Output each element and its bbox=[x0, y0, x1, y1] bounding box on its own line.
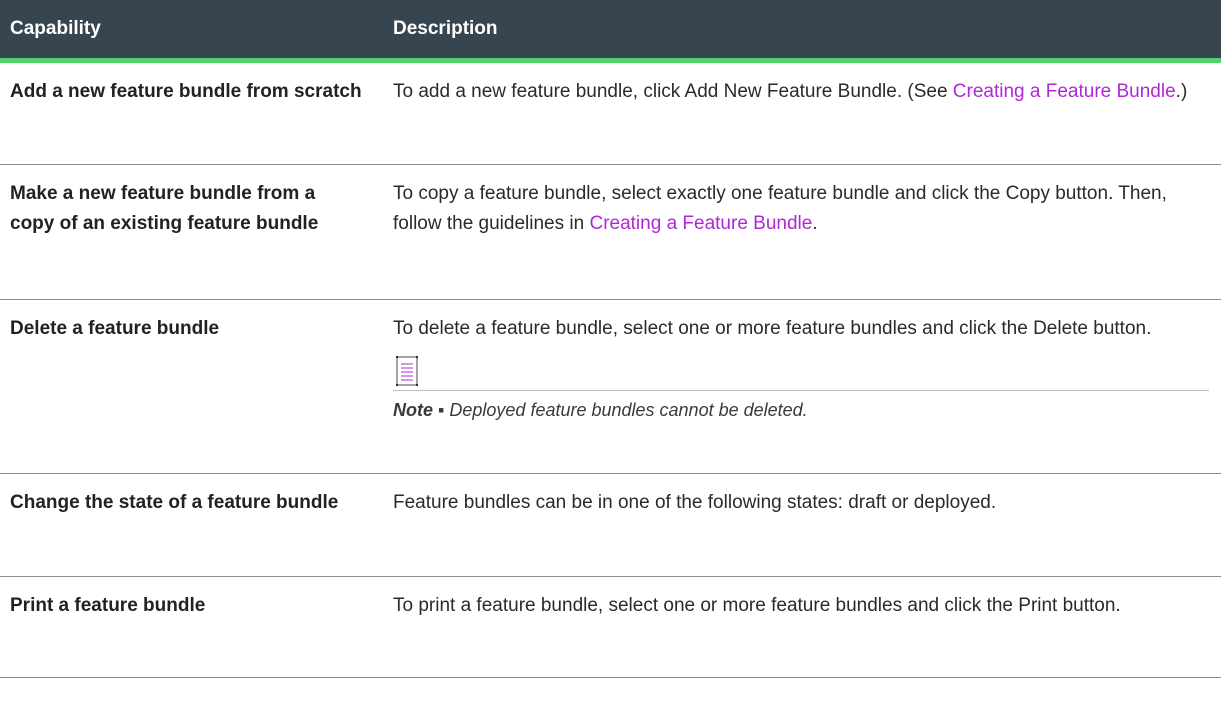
note-body: Deployed feature bundles cannot be delet… bbox=[449, 400, 808, 420]
table-row: Change the state of a feature bundle Fea… bbox=[0, 473, 1221, 577]
capability-cell: Change the state of a feature bundle bbox=[0, 473, 377, 577]
capability-cell: Delete a feature bundle bbox=[0, 299, 377, 474]
description-cell: To copy a feature bundle, select exactly… bbox=[377, 164, 1221, 300]
description-text-end: . bbox=[812, 213, 818, 234]
header-description: Description bbox=[377, 0, 1221, 63]
note-icon bbox=[396, 356, 418, 386]
table-header-row: Capability Description bbox=[0, 0, 1221, 63]
creating-feature-bundle-link[interactable]: Creating a Feature Bundle bbox=[953, 81, 1176, 102]
note-block: Note ▪ Deployed feature bundles cannot b… bbox=[393, 356, 1209, 423]
capability-cell: Print a feature bundle bbox=[0, 576, 377, 678]
capability-cell: Add a new feature bundle from scratch bbox=[0, 60, 377, 165]
header-capability: Capability bbox=[0, 0, 377, 63]
description-cell: To print a feature bundle, select one or… bbox=[377, 576, 1221, 678]
description-text: To add a new feature bundle, click Add N… bbox=[393, 81, 953, 102]
description-text: To delete a feature bundle, select one o… bbox=[393, 318, 1152, 339]
creating-feature-bundle-link[interactable]: Creating a Feature Bundle bbox=[589, 213, 812, 234]
note-divider bbox=[393, 390, 1209, 391]
description-cell: To add a new feature bundle, click Add N… bbox=[377, 60, 1221, 165]
note-text: Note ▪ Deployed feature bundles cannot b… bbox=[393, 397, 1209, 423]
description-cell: Feature bundles can be in one of the fol… bbox=[377, 473, 1221, 577]
description-cell: To delete a feature bundle, select one o… bbox=[377, 299, 1221, 474]
note-label: Note bbox=[393, 400, 433, 420]
note-separator: ▪ bbox=[433, 400, 450, 420]
description-text-end: .) bbox=[1175, 81, 1188, 102]
table-row: Make a new feature bundle from a copy of… bbox=[0, 164, 1221, 300]
table-row: Delete a feature bundle To delete a feat… bbox=[0, 299, 1221, 474]
table-row: Add a new feature bundle from scratch To… bbox=[0, 60, 1221, 165]
capability-cell: Make a new feature bundle from a copy of… bbox=[0, 164, 377, 300]
capabilities-table: Capability Description Add a new feature… bbox=[0, 0, 1221, 678]
table-row: Print a feature bundle To print a featur… bbox=[0, 576, 1221, 678]
